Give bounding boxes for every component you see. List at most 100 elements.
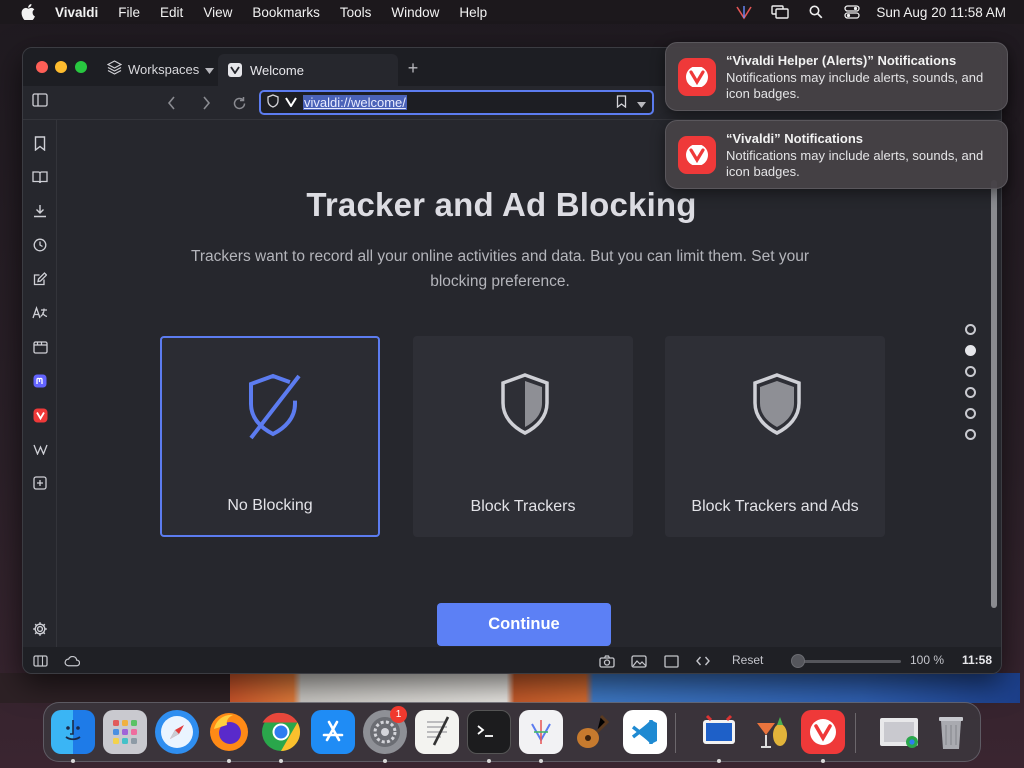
page-actions-icon[interactable] bbox=[695, 653, 711, 669]
back-button[interactable] bbox=[161, 93, 181, 113]
parallels-icon[interactable] bbox=[697, 710, 741, 754]
page-scrollbar[interactable] bbox=[991, 180, 997, 608]
step-dot-active[interactable] bbox=[965, 345, 976, 356]
window-panel-icon[interactable] bbox=[31, 338, 49, 356]
notification-title: “Vivaldi Helper (Alerts)” Notifications bbox=[726, 53, 957, 68]
dock-separator bbox=[855, 713, 856, 753]
url-text[interactable]: vivaldi://welcome/ bbox=[303, 95, 407, 110]
step-dot[interactable] bbox=[965, 408, 976, 419]
settings-gear-icon[interactable] bbox=[31, 620, 49, 638]
menu-file[interactable]: File bbox=[118, 5, 140, 20]
tab-welcome[interactable]: Welcome bbox=[218, 54, 398, 86]
zoom-reset-button[interactable]: Reset bbox=[732, 653, 763, 667]
menu-edit[interactable]: Edit bbox=[160, 5, 183, 20]
capture-camera-icon[interactable] bbox=[599, 653, 615, 669]
step-dot[interactable] bbox=[965, 366, 976, 377]
garageband-icon[interactable] bbox=[571, 710, 615, 754]
app-store-icon[interactable] bbox=[311, 710, 355, 754]
mastodon-icon[interactable] bbox=[31, 372, 49, 390]
images-toggle-icon[interactable] bbox=[631, 653, 647, 669]
translate-icon[interactable] bbox=[31, 304, 49, 322]
option-no-blocking[interactable]: No Blocking bbox=[160, 336, 380, 537]
cocktail-icon[interactable] bbox=[749, 710, 793, 754]
spotlight-search-icon[interactable] bbox=[798, 0, 834, 24]
add-web-panel-icon[interactable] bbox=[31, 474, 49, 492]
macos-menu-bar: Vivaldi File Edit View Bookmarks Tools W… bbox=[0, 0, 1024, 24]
full-shield-icon bbox=[745, 371, 809, 443]
running-indicator bbox=[227, 759, 231, 763]
step-dot[interactable] bbox=[965, 324, 976, 335]
macos-dock bbox=[43, 702, 981, 763]
finder-icon[interactable] bbox=[51, 710, 95, 754]
continue-button[interactable]: Continue bbox=[437, 603, 611, 646]
status-clock[interactable]: 11:58 bbox=[962, 653, 992, 667]
vivaldi-dock-icon[interactable] bbox=[801, 710, 845, 754]
vivaldi-status-icon[interactable] bbox=[726, 0, 762, 24]
vivaldi-panel-icon[interactable] bbox=[31, 406, 49, 424]
minimize-window-button[interactable] bbox=[55, 61, 67, 73]
menu-tools[interactable]: Tools bbox=[340, 5, 372, 20]
terminal-icon[interactable] bbox=[467, 710, 511, 754]
running-indicator bbox=[71, 759, 75, 763]
textedit-icon[interactable] bbox=[415, 710, 459, 754]
forward-button[interactable] bbox=[196, 93, 216, 113]
option-block-trackers-and-ads[interactable]: Block Trackers and Ads bbox=[665, 336, 885, 537]
zoom-slider-track[interactable] bbox=[793, 660, 901, 663]
reload-button[interactable] bbox=[229, 93, 249, 113]
control-center-icon[interactable] bbox=[834, 0, 870, 24]
step-dot[interactable] bbox=[965, 387, 976, 398]
notification-body: Notifications may include alerts, sounds… bbox=[726, 70, 984, 101]
step-indicator bbox=[965, 324, 977, 450]
trash-icon[interactable] bbox=[929, 710, 973, 754]
chevron-down-icon bbox=[205, 62, 215, 77]
wikipedia-icon[interactable] bbox=[31, 440, 49, 458]
panel-toggle-icon[interactable] bbox=[32, 93, 50, 111]
menu-app-vivaldi[interactable]: Vivaldi bbox=[55, 5, 98, 20]
firefox-icon[interactable] bbox=[207, 710, 251, 754]
step-dot[interactable] bbox=[965, 429, 976, 440]
notification-vivaldi[interactable]: “Vivaldi” Notifications Notifications ma… bbox=[665, 120, 1008, 189]
launchpad-icon[interactable] bbox=[103, 710, 147, 754]
workspaces-icon bbox=[106, 60, 123, 78]
downloads-stack-icon[interactable] bbox=[877, 710, 921, 754]
workspaces-label: Workspaces bbox=[128, 61, 200, 77]
history-icon[interactable] bbox=[31, 236, 49, 254]
vivaldi-app-icon bbox=[678, 58, 716, 96]
bookmarks-panel-icon[interactable] bbox=[31, 134, 49, 152]
zoom-slider-thumb[interactable] bbox=[791, 654, 805, 668]
vscode-icon[interactable] bbox=[623, 710, 667, 754]
notes-icon[interactable] bbox=[31, 270, 49, 288]
menu-view[interactable]: View bbox=[203, 5, 232, 20]
background-windows-strip bbox=[230, 673, 1020, 703]
notification-helper-alerts[interactable]: “Vivaldi Helper (Alerts)” Notifications … bbox=[665, 42, 1008, 111]
page-description: Trackers want to record all your online … bbox=[191, 248, 809, 290]
url-bar[interactable]: vivaldi://welcome/ bbox=[259, 90, 654, 115]
half-shield-icon bbox=[493, 371, 557, 443]
menubar-clock[interactable]: Sun Aug 20 11:58 AM bbox=[876, 5, 1006, 20]
running-indicator bbox=[383, 759, 387, 763]
menu-bookmarks[interactable]: Bookmarks bbox=[252, 5, 320, 20]
url-dropdown-chevron-icon[interactable] bbox=[637, 96, 646, 111]
safari-icon[interactable] bbox=[155, 710, 199, 754]
screen-mirroring-icon[interactable] bbox=[762, 0, 798, 24]
bookmark-page-icon[interactable] bbox=[616, 95, 627, 111]
sync-cloud-icon[interactable] bbox=[64, 653, 80, 669]
close-window-button[interactable] bbox=[36, 61, 48, 73]
panel-toggle-status-icon[interactable] bbox=[32, 653, 48, 669]
new-tab-button[interactable]: + bbox=[403, 58, 423, 78]
zoom-window-button[interactable] bbox=[75, 61, 87, 73]
page-tiling-icon[interactable] bbox=[663, 653, 679, 669]
menu-help[interactable]: Help bbox=[459, 5, 487, 20]
notification-body: Notifications may include alerts, sounds… bbox=[726, 148, 984, 179]
option-label: No Blocking bbox=[227, 497, 313, 514]
reading-list-icon[interactable] bbox=[31, 168, 49, 186]
running-indicator bbox=[487, 759, 491, 763]
apple-menu-icon[interactable] bbox=[17, 0, 39, 24]
workspaces-button[interactable]: Workspaces bbox=[106, 60, 215, 78]
option-block-trackers[interactable]: Block Trackers bbox=[413, 336, 633, 537]
vivaldi-favicon-icon bbox=[228, 63, 242, 77]
menu-window[interactable]: Window bbox=[391, 5, 439, 20]
vivaldi-snapshot-icon[interactable] bbox=[519, 710, 563, 754]
chrome-icon[interactable] bbox=[259, 710, 303, 754]
shield-icon[interactable] bbox=[267, 94, 279, 111]
